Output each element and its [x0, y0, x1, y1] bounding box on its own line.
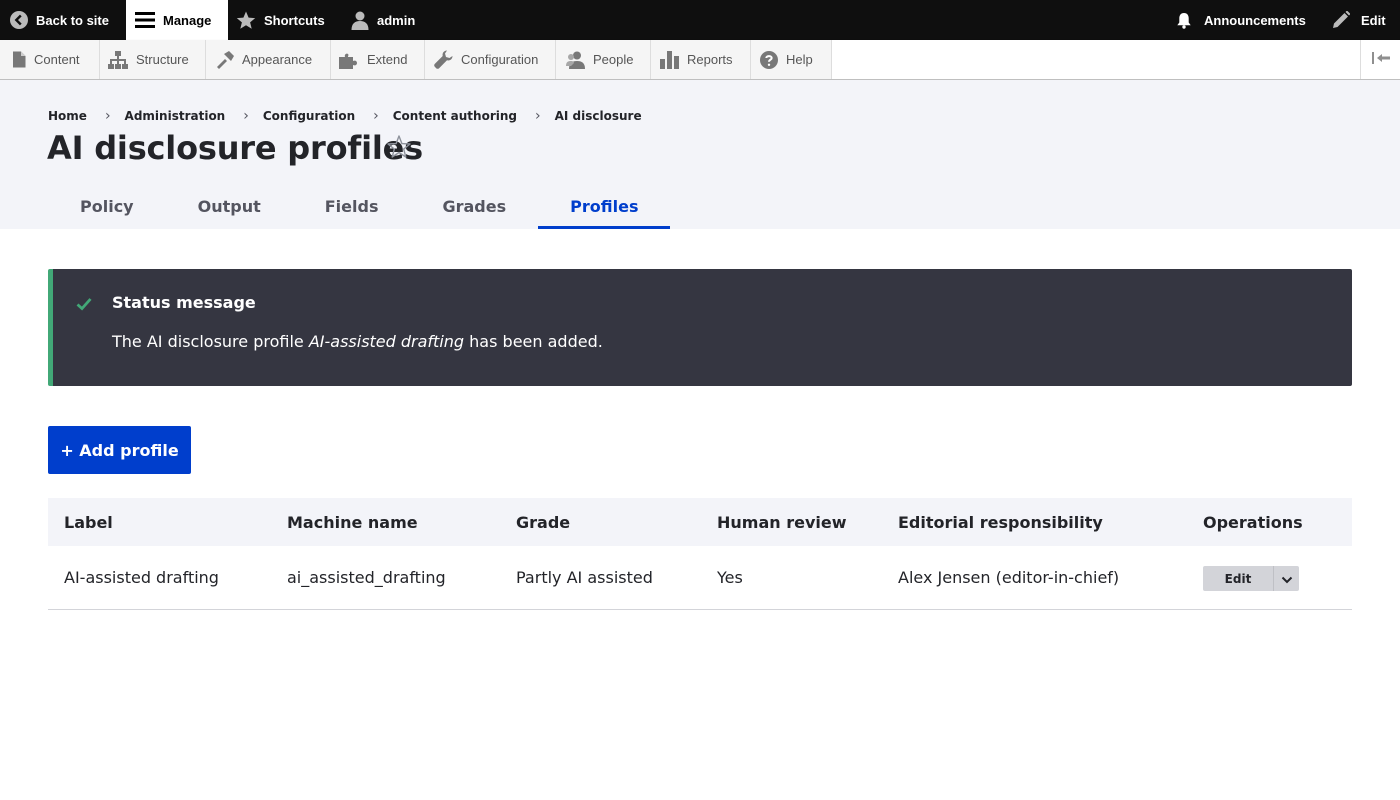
sitemap-icon	[108, 50, 128, 69]
tray-label-content: Content	[34, 52, 80, 67]
add-to-shortcuts-star-icon[interactable]	[386, 134, 412, 160]
user-label: admin	[377, 12, 416, 28]
tray-item-appearance[interactable]: Appearance	[206, 40, 331, 79]
column-header-editorial-responsibility: Editorial responsibility	[898, 512, 1103, 532]
status-message-title: Status message	[112, 293, 256, 312]
tray-item-extend[interactable]: Extend	[331, 40, 425, 79]
breadcrumb-configuration[interactable]: Configuration	[263, 109, 355, 123]
local-tasks-tabs: Policy Output Fields Grades Profiles	[48, 184, 671, 229]
user-tab[interactable]: admin	[351, 0, 415, 40]
manage-label: Manage	[163, 12, 212, 28]
admin-toolbar: Back to site Manage Shortcuts admin Anno…	[0, 0, 1400, 40]
announcements-label: Announcements	[1204, 12, 1306, 28]
announcements-tab[interactable]: Announcements	[1176, 0, 1306, 40]
column-header-label: Label	[64, 512, 113, 532]
back-to-site-link[interactable]: Back to site	[10, 0, 109, 40]
tray-label-people: People	[593, 52, 634, 67]
bar-chart-icon	[660, 50, 679, 69]
breadcrumb-content-authoring[interactable]: Content authoring	[393, 109, 517, 123]
breadcrumb-separator: ›	[535, 108, 541, 124]
page-header: Home › Administration › Configuration › …	[0, 80, 1400, 229]
breadcrumb-home[interactable]: Home	[48, 109, 87, 123]
shortcuts-tab[interactable]: Shortcuts	[236, 0, 325, 40]
breadcrumb-separator: ›	[104, 108, 111, 124]
back-arrow-icon	[10, 11, 28, 29]
puzzle-icon	[339, 51, 359, 69]
profiles-table: Label Machine name Grade Human review Ed…	[48, 498, 1352, 610]
collapse-left-icon	[1371, 50, 1391, 69]
edit-label: Edit	[1361, 12, 1386, 28]
status-text-after: has been added.	[464, 332, 603, 351]
column-header-grade: Grade	[516, 512, 571, 532]
bell-icon	[1176, 12, 1192, 29]
status-profile-name: AI-assisted drafting	[308, 332, 465, 351]
column-header-operations: Operations	[1203, 512, 1303, 532]
status-text-before: The AI disclosure profile	[112, 332, 309, 351]
tab-output[interactable]: Output	[166, 184, 293, 229]
edit-toggle[interactable]: Edit	[1332, 0, 1386, 40]
tray-item-help[interactable]: Help	[751, 40, 832, 79]
tray-item-people[interactable]: People	[556, 40, 651, 79]
tray-item-configuration[interactable]: Configuration	[425, 40, 556, 79]
status-message: Status message The AI disclosure profile…	[48, 269, 1352, 386]
page-title: AI disclosure profiles	[47, 129, 423, 167]
table-header: Label Machine name Grade Human review Ed…	[48, 498, 1352, 546]
chevron-down-icon	[1281, 569, 1293, 588]
tray-label-configuration: Configuration	[461, 52, 539, 67]
manage-tab[interactable]: Manage	[126, 0, 228, 40]
status-message-text: The AI disclosure profile AI-assisted dr…	[112, 332, 603, 351]
brush-icon	[215, 50, 234, 69]
tab-fields[interactable]: Fields	[293, 184, 411, 229]
file-icon	[12, 51, 26, 68]
operations-dropdown-toggle[interactable]	[1273, 566, 1299, 591]
tray-label-appearance: Appearance	[242, 52, 313, 67]
star-icon	[236, 11, 256, 30]
breadcrumb-administration[interactable]: Administration	[125, 109, 226, 123]
tray-item-content[interactable]: Content	[0, 40, 100, 79]
breadcrumb-separator: ›	[243, 108, 249, 124]
wrench-icon	[434, 50, 453, 69]
user-icon	[351, 11, 369, 30]
back-to-site-label: Back to site	[36, 12, 109, 28]
hamburger-icon	[135, 11, 155, 29]
help-icon	[760, 50, 778, 69]
tab-policy[interactable]: Policy	[48, 184, 166, 229]
cell-editorial-responsibility: Alex Jensen (editor-in-chief)	[898, 568, 1120, 587]
tab-grades[interactable]: Grades	[410, 184, 538, 229]
tab-profiles[interactable]: Profiles	[538, 184, 671, 229]
breadcrumb: Home › Administration › Configuration › …	[48, 108, 642, 124]
column-header-human-review: Human review	[717, 512, 847, 532]
add-profile-button[interactable]: + Add profile	[48, 426, 191, 474]
pencil-icon	[1332, 11, 1350, 29]
cell-machine-name: ai_assisted_drafting	[287, 568, 446, 587]
tray-label-structure: Structure	[136, 52, 189, 67]
cell-human-review: Yes	[717, 568, 743, 587]
column-header-machine-name: Machine name	[287, 512, 418, 532]
tray-item-reports[interactable]: Reports	[651, 40, 751, 79]
operations-dropbutton: Edit	[1203, 566, 1299, 591]
tray-label-help: Help	[786, 52, 813, 67]
tray-item-structure[interactable]: Structure	[100, 40, 206, 79]
tray-orientation-toggle[interactable]	[1360, 40, 1400, 79]
tray-label-reports: Reports	[687, 52, 733, 67]
shortcuts-label: Shortcuts	[264, 12, 325, 28]
tray-label-extend: Extend	[367, 52, 408, 67]
checkmark-icon	[76, 296, 92, 315]
breadcrumb-separator: ›	[373, 108, 379, 124]
edit-profile-button[interactable]: Edit	[1203, 566, 1273, 591]
table-row: AI-assisted drafting ai_assisted_draftin…	[48, 546, 1352, 610]
cell-label: AI-assisted drafting	[64, 568, 219, 587]
people-icon	[566, 51, 585, 69]
admin-menu-tray: Content Structure Appearance Extend Conf…	[0, 40, 1400, 80]
breadcrumb-ai-disclosure[interactable]: AI disclosure	[555, 109, 642, 123]
cell-grade: Partly AI assisted	[516, 568, 653, 587]
